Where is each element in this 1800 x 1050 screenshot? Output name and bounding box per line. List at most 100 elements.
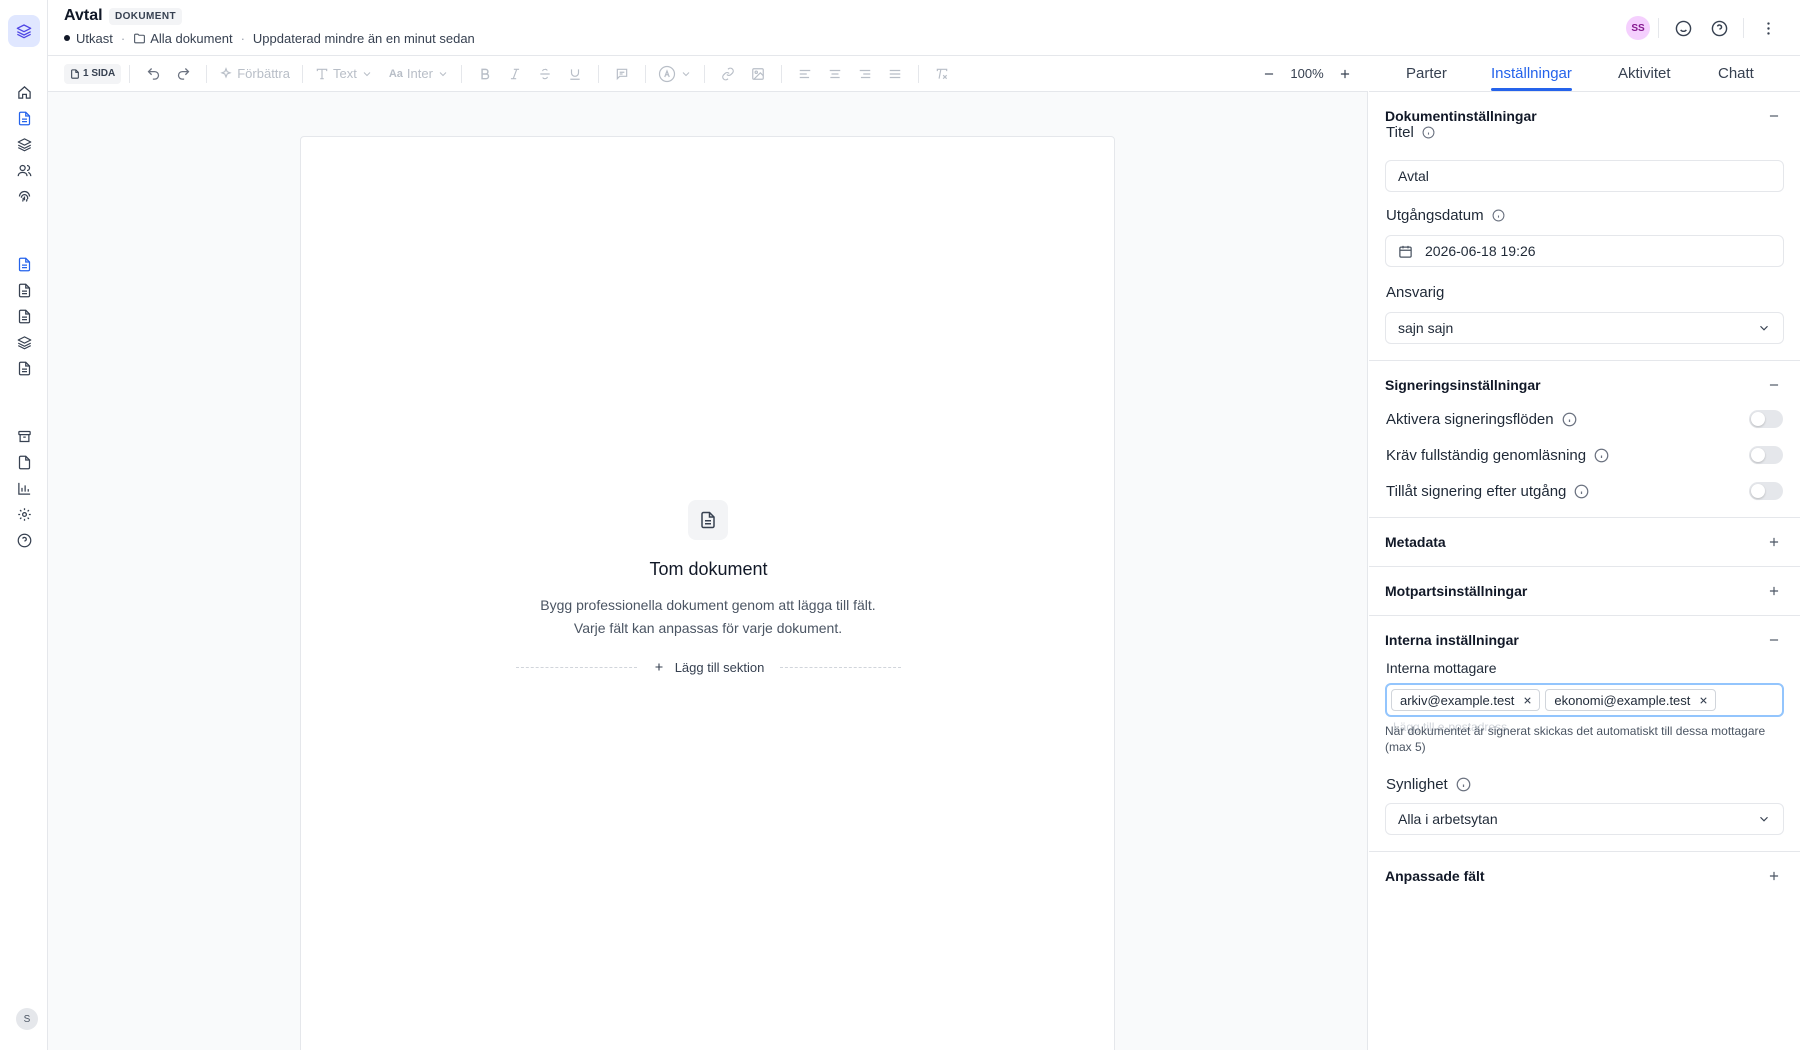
home-icon[interactable] (12, 80, 36, 104)
workspace-logo-icon[interactable] (8, 15, 40, 47)
counterparty-settings-header[interactable]: Motpartsinställningar (1385, 581, 1784, 601)
title-input[interactable]: Avtal (1385, 160, 1784, 192)
align-center-button[interactable] (820, 60, 850, 88)
info-icon[interactable] (1492, 209, 1505, 222)
clear-formatting-button[interactable] (927, 60, 957, 88)
help-icon[interactable] (1703, 12, 1735, 44)
layers-icon[interactable] (12, 330, 36, 354)
owner-field-label: Ansvarig (1386, 282, 1444, 302)
text-style-label: Text (332, 66, 357, 81)
chart-icon[interactable] (12, 476, 36, 500)
page-count-badge[interactable]: 1 SIDA (64, 63, 122, 84)
section-divider (1369, 851, 1800, 852)
allow-after-expiry-toggle[interactable] (1749, 482, 1783, 500)
bold-button[interactable] (470, 60, 500, 88)
text-color-icon (658, 65, 676, 83)
strikethrough-button[interactable] (530, 60, 560, 88)
collapse-icon[interactable] (1764, 375, 1784, 395)
undo-button[interactable] (138, 60, 168, 88)
info-icon[interactable] (1456, 777, 1471, 792)
link-button[interactable] (713, 60, 743, 88)
collapse-icon[interactable] (1764, 106, 1784, 126)
internal-recipients-input[interactable]: arkiv@example.test ekonomi@example.test (1385, 683, 1784, 717)
text-color-dropdown[interactable] (654, 60, 696, 88)
document-page[interactable]: Tom dokument Bygg professionella dokumen… (300, 136, 1115, 1050)
page-count-label: 1 SIDA (83, 68, 116, 79)
tab-installningar[interactable]: Inställningar (1491, 65, 1572, 82)
divider (1743, 18, 1744, 38)
enable-flows-toggle[interactable] (1749, 410, 1783, 428)
help-icon[interactable] (12, 528, 36, 552)
visibility-select[interactable]: Alla i arbetsytan (1385, 803, 1784, 835)
more-vertical-icon[interactable] (1752, 12, 1784, 44)
align-justify-button[interactable] (880, 60, 910, 88)
strikethrough-icon (538, 67, 552, 81)
user-avatar[interactable]: S (16, 1008, 38, 1030)
expand-icon[interactable] (1764, 866, 1784, 886)
improve-button[interactable]: Förbättra (215, 60, 294, 88)
editor-canvas: Tom dokument Bygg professionella dokumen… (48, 92, 1368, 1050)
expiry-date-input[interactable]: 2026-06-18 19:26 (1385, 235, 1784, 267)
tab-parter[interactable]: Parter (1406, 65, 1447, 82)
toolbar-divider (703, 64, 705, 83)
italic-button[interactable] (500, 60, 530, 88)
internal-settings-header[interactable]: Interna inställningar (1385, 630, 1784, 650)
active-tab-indicator (1491, 88, 1572, 91)
chevron-down-icon (1757, 321, 1771, 335)
settings-icon[interactable] (12, 502, 36, 526)
document-icon[interactable] (12, 356, 36, 380)
zoom-in-button[interactable] (1330, 60, 1360, 88)
document-icon[interactable] (12, 278, 36, 302)
clear-formatting-icon (935, 67, 949, 81)
underline-button[interactable] (560, 60, 590, 88)
info-icon[interactable] (1594, 448, 1609, 463)
image-button[interactable] (743, 60, 773, 88)
layers-icon[interactable] (12, 132, 36, 156)
page-icon (70, 68, 80, 79)
document-icon[interactable] (12, 304, 36, 328)
status-label: Utkast (76, 30, 113, 46)
comment-button[interactable] (607, 60, 637, 88)
folder-icon (133, 32, 146, 45)
zoom-out-button[interactable] (1254, 60, 1284, 88)
chevron-down-icon (680, 68, 692, 80)
metadata-header[interactable]: Metadata (1385, 532, 1784, 552)
documents-nav-icon[interactable] (12, 106, 36, 130)
owner-select[interactable]: sajn sajn (1385, 312, 1784, 344)
font-dropdown[interactable]: Aa Inter (385, 60, 453, 88)
expand-icon[interactable] (1764, 532, 1784, 552)
archive-icon[interactable] (12, 424, 36, 448)
remove-icon[interactable] (1522, 695, 1533, 706)
document-meta: Utkast · Alla dokument · Uppdaterad mind… (64, 29, 475, 47)
bold-icon (478, 67, 492, 81)
zoom-level: 100% (1290, 66, 1324, 81)
folder-link[interactable]: Alla dokument (150, 31, 232, 46)
tab-aktivitet[interactable]: Aktivitet (1618, 65, 1671, 82)
font-label: Inter (406, 66, 433, 81)
custom-fields-header[interactable]: Anpassade fält (1385, 866, 1784, 886)
require-read-toggle[interactable] (1749, 446, 1783, 464)
document-icon[interactable] (12, 252, 36, 276)
user-avatar[interactable]: SS (1626, 16, 1650, 40)
align-left-button[interactable] (790, 60, 820, 88)
align-right-button[interactable] (850, 60, 880, 88)
add-section-button[interactable]: Lägg till sektion (637, 660, 781, 675)
toolbar-divider (644, 64, 646, 83)
file-icon[interactable] (12, 450, 36, 474)
users-icon[interactable] (12, 158, 36, 182)
info-icon[interactable] (1574, 484, 1589, 499)
redo-button[interactable] (168, 60, 198, 88)
document-settings-header[interactable]: Dokumentinställningar (1385, 106, 1784, 126)
info-icon[interactable] (1422, 126, 1435, 139)
fingerprint-icon[interactable] (12, 184, 36, 208)
signing-settings-header[interactable]: Signeringsinställningar (1385, 375, 1784, 395)
expand-icon[interactable] (1764, 581, 1784, 601)
info-icon[interactable] (1562, 412, 1577, 427)
collapse-icon[interactable] (1764, 630, 1784, 650)
remove-icon[interactable] (1698, 695, 1709, 706)
emoji-icon[interactable] (1667, 12, 1699, 44)
text-style-dropdown[interactable]: Text (311, 60, 377, 88)
image-icon (751, 67, 765, 81)
tab-chatt[interactable]: Chatt (1718, 65, 1754, 82)
undo-icon (146, 66, 161, 81)
